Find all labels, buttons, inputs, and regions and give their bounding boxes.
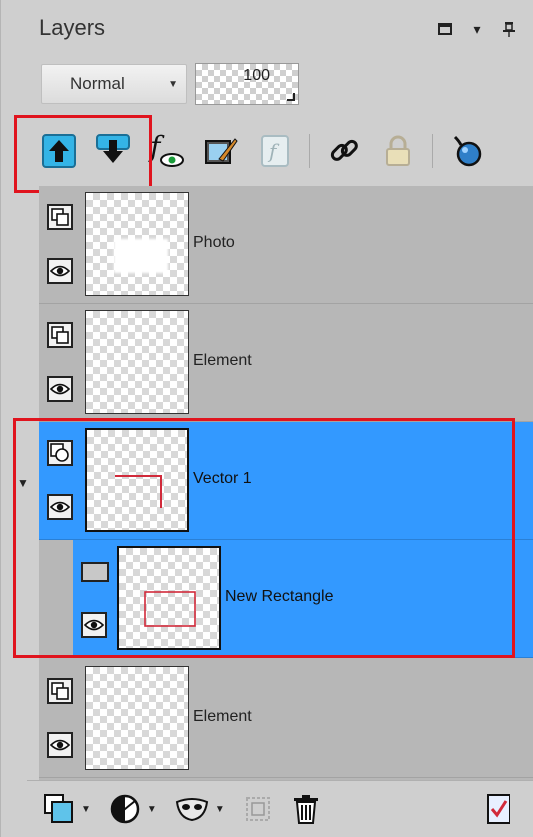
lock-icon[interactable] [378,131,418,171]
layer-thumbnail [85,310,189,414]
toolbar-divider [432,134,433,168]
panel-controls: ▾ [436,20,518,38]
visibility-eye-icon[interactable] [47,376,73,402]
blend-row: Normal ▼ 100 [41,62,299,106]
opacity-value: 100 [243,67,270,84]
trash-icon [293,795,318,824]
layer-thumbnail [85,192,189,296]
panel-titlebar: Layers ▾ [27,8,533,48]
checklist-icon [487,794,510,824]
chevron-down-icon: ▼ [214,803,225,815]
edit-selection-icon[interactable] [201,131,241,171]
raster-layer-icon [47,204,73,230]
link-icon[interactable] [324,131,364,171]
toolbar-divider [309,134,310,168]
mask-button[interactable]: ▼ [175,796,225,822]
layer-name: Photo [193,234,235,251]
chevron-down-icon: ▼ [81,803,91,815]
mask-icon[interactable] [447,131,487,171]
pin-icon[interactable] [500,20,518,38]
new-layer-button[interactable]: ▼ [43,793,91,825]
vector-group-highlight [13,418,515,658]
group-button[interactable] [243,794,273,824]
raster-layer-icon [47,678,73,704]
layer-row[interactable]: Element [39,304,533,422]
adjustment-layer-icon [110,794,140,824]
adjustment-layer-button[interactable]: ▼ [109,793,157,825]
opacity-field[interactable]: 100 [195,63,299,105]
new-layer-icon [44,794,73,823]
chevron-down-icon: ▼ [168,79,178,90]
restore-icon[interactable] [436,20,454,38]
layers-bottom-toolbar: ▼ ▼ ▼ [27,780,533,837]
mask-layer-icon [175,798,208,822]
visibility-eye-icon[interactable] [47,258,73,284]
layer-name: Element [193,352,252,369]
layer-row[interactable]: Photo [39,186,533,304]
layers-panel: Layers ▾ Normal ▼ 100 f f Photo Element … [0,0,533,837]
move-buttons-highlight [14,115,152,193]
layer-name: Element [193,708,252,725]
layer-styles-icon[interactable]: f [147,131,187,171]
visibility-eye-icon[interactable] [47,732,73,758]
raster-layer-icon [47,322,73,348]
properties-button[interactable] [486,793,510,825]
layer-row[interactable]: Element [39,660,533,778]
group-layer-icon [245,797,270,821]
fx-icon[interactable]: f [255,131,295,171]
panel-title: Layers [39,15,106,40]
blend-mode-value: Normal [70,74,125,93]
chevron-down-icon: ▼ [146,803,157,815]
menu-caret-icon[interactable]: ▾ [468,20,486,38]
delete-layer-button[interactable] [291,793,321,825]
blend-mode-select[interactable]: Normal ▼ [41,64,187,104]
resize-grip-icon [287,93,295,101]
layer-thumbnail [85,666,189,770]
